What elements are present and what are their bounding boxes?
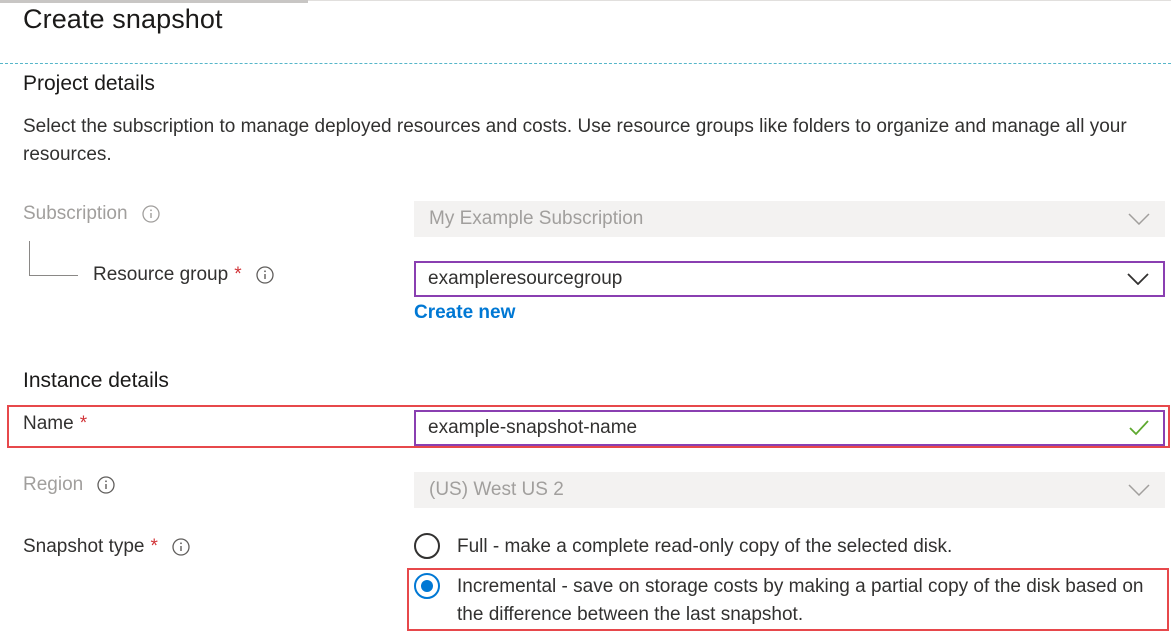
resource-group-select[interactable]: exampleresourcegroup bbox=[414, 261, 1165, 297]
snapshot-type-label-text: Snapshot type bbox=[23, 536, 145, 557]
subscription-select[interactable]: My Example Subscription bbox=[414, 201, 1165, 237]
name-label-text: Name bbox=[23, 413, 74, 434]
project-description: Select the subscription to manage deploy… bbox=[23, 116, 1127, 165]
snapshot-type-label: Snapshot type * bbox=[23, 536, 190, 558]
subscription-label: Subscription bbox=[23, 203, 160, 225]
radio-button-incremental[interactable] bbox=[414, 573, 440, 599]
region-value: (US) West US 2 bbox=[429, 479, 564, 500]
required-asterisk: * bbox=[150, 536, 158, 557]
chevron-down-icon bbox=[1127, 273, 1149, 285]
info-icon[interactable] bbox=[172, 538, 190, 556]
required-asterisk: * bbox=[234, 264, 242, 285]
region-label: Region bbox=[23, 474, 115, 496]
resource-group-value: exampleresourcegroup bbox=[428, 268, 623, 289]
name-input[interactable]: example-snapshot-name bbox=[414, 410, 1165, 446]
create-new-link[interactable]: Create new bbox=[414, 302, 515, 324]
info-icon[interactable] bbox=[255, 266, 274, 284]
subscription-value: My Example Subscription bbox=[429, 208, 644, 229]
instance-details-heading: Instance details bbox=[23, 369, 169, 392]
resource-group-label-text: Resource group bbox=[93, 264, 229, 285]
chevron-down-icon bbox=[1128, 213, 1150, 225]
region-label-text: Region bbox=[23, 474, 84, 495]
top-border bbox=[308, 0, 1171, 1]
snapshot-type-option-full[interactable]: Full - make a complete read-only copy of… bbox=[414, 533, 952, 561]
required-asterisk: * bbox=[79, 413, 88, 434]
info-icon[interactable] bbox=[141, 205, 160, 223]
option-incremental-label: Incremental - save on storage costs by m… bbox=[457, 576, 1144, 625]
page-title: Create snapshot bbox=[23, 4, 223, 34]
project-details-heading: Project details bbox=[23, 72, 155, 95]
subscription-label-text: Subscription bbox=[23, 203, 128, 224]
info-icon[interactable] bbox=[97, 476, 115, 494]
name-label: Name * bbox=[23, 413, 87, 435]
snapshot-type-option-incremental[interactable]: Incremental - save on storage costs by m… bbox=[414, 573, 1159, 629]
chevron-down-icon bbox=[1128, 484, 1150, 496]
name-value: example-snapshot-name bbox=[428, 417, 638, 438]
section-divider bbox=[0, 63, 1171, 64]
radio-button-full[interactable] bbox=[414, 533, 440, 559]
top-tab-indicator bbox=[0, 0, 308, 3]
tree-connector bbox=[29, 241, 78, 276]
checkmark-icon bbox=[1129, 420, 1149, 436]
region-select[interactable]: (US) West US 2 bbox=[414, 472, 1165, 508]
option-full-label: Full - make a complete read-only copy of… bbox=[457, 536, 953, 557]
resource-group-label: Resource group * bbox=[93, 264, 274, 286]
